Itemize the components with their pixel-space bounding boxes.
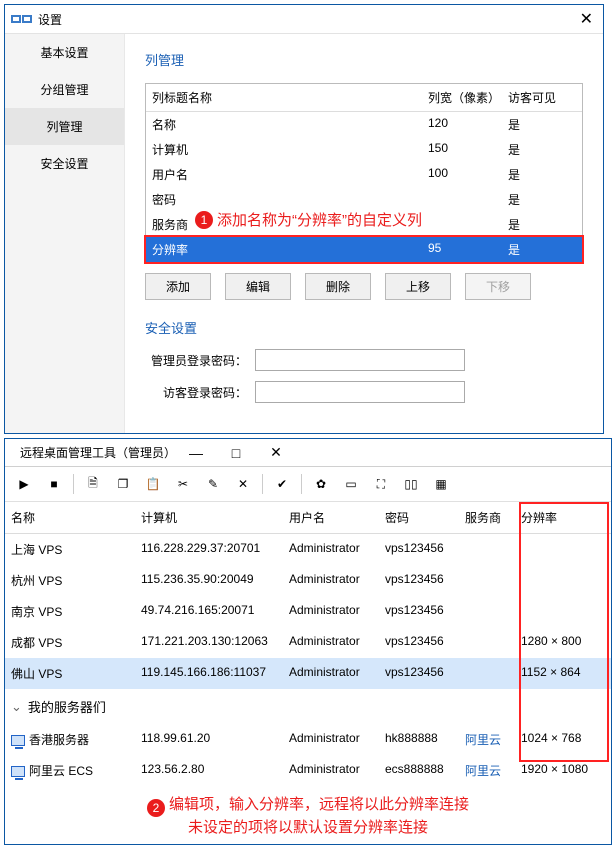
col-header-name: 列标题名称 — [146, 84, 422, 111]
nav-columns[interactable]: 列管理 — [5, 108, 124, 145]
nav-basic[interactable]: 基本设置 — [5, 34, 124, 71]
column-row[interactable]: 分辨率95是 — [146, 237, 582, 262]
server-row[interactable]: 成都 VPS171.221.203.130:12063Administrator… — [5, 627, 611, 658]
hdr-user[interactable]: 用户名 — [283, 502, 379, 533]
title-bar: 设置 ✕ — [5, 5, 603, 33]
server-row[interactable]: 上海 VPS116.228.229.37:20701Administratorv… — [5, 534, 611, 565]
delete-button[interactable]: 删除 — [305, 273, 371, 300]
hdr-host[interactable]: 计算机 — [135, 502, 283, 533]
guest-pw-label: 访客登录密码： — [145, 384, 255, 401]
column-row[interactable]: 名称120是 — [146, 112, 582, 137]
callout-1-text: 添加名称为“分辨率”的自定义列 — [217, 209, 422, 230]
col-header-width: 列宽（像素） — [422, 84, 502, 111]
hdr-name[interactable]: 名称 — [5, 502, 135, 533]
play-icon[interactable]: ▶ — [11, 471, 37, 497]
hdr-res[interactable]: 分辨率 — [515, 502, 611, 533]
close-icon[interactable]: ✕ — [576, 9, 597, 29]
callout-2: 2编辑项，输入分辨率，远程将以此分辨率连接 未设定的项将以默认设置分辨率连接 — [5, 786, 611, 844]
section-title-columns: 列管理 — [145, 50, 583, 69]
settings-nav: 基本设置 分组管理 列管理 安全设置 — [5, 34, 125, 433]
columns-header: 列标题名称 列宽（像素） 访客可见 — [146, 84, 582, 112]
check-icon[interactable]: ✔ — [269, 471, 295, 497]
grid-header: 名称 计算机 用户名 密码 服务商 分辨率 — [5, 502, 611, 534]
monitor-icon — [11, 735, 25, 746]
move-up-button[interactable]: 上移 — [385, 273, 451, 300]
col-header-visible: 访客可见 — [502, 84, 582, 111]
admin-pw-input[interactable] — [255, 349, 465, 371]
minimize-icon[interactable]: — — [176, 445, 216, 461]
manager-title: 远程桌面管理工具（管理员） — [20, 444, 176, 461]
server-row[interactable]: 南京 VPS49.74.216.165:20071Administratorvp… — [5, 596, 611, 627]
paste-icon[interactable]: 📋 — [140, 471, 166, 497]
toolbar: ▶ ■ 🗎 ❐ 📋 ✂ ✎ ✕ ✔ ✿ ▭ ⛶ ▯▯ ▦ — [5, 467, 611, 502]
settings-content: 列管理 列标题名称 列宽（像素） 访客可见 名称120是计算机150是用户名10… — [125, 34, 603, 433]
nav-group[interactable]: 分组管理 — [5, 71, 124, 108]
group-label: 我的服务器们 — [28, 697, 106, 716]
admin-pw-label: 管理员登录密码： — [145, 352, 255, 369]
close-icon[interactable]: ✕ — [256, 444, 296, 461]
monitor-icon — [11, 766, 25, 777]
server-row[interactable]: 杭州 VPS115.236.35.90:20049Administratorvp… — [5, 565, 611, 596]
group-row[interactable]: ⌄ 我的服务器们 — [5, 689, 611, 724]
columns-table: 列标题名称 列宽（像素） 访客可见 名称120是计算机150是用户名100是密码… — [145, 83, 583, 263]
edit-icon[interactable]: ✎ — [200, 471, 226, 497]
button-row: 添加 编辑 删除 上移 下移 — [145, 273, 583, 300]
manager-title-bar: 远程桌面管理工具（管理员） — □ ✕ — [5, 439, 611, 467]
edit-button[interactable]: 编辑 — [225, 273, 291, 300]
chevron-down-icon: ⌄ — [11, 699, 22, 715]
maximize-icon[interactable]: □ — [216, 445, 256, 461]
callout-badge-2: 2 — [147, 799, 165, 817]
stop-icon[interactable]: ■ — [41, 471, 67, 497]
fullscreen-icon[interactable]: ⛶ — [368, 471, 394, 497]
server-grid: 名称 计算机 用户名 密码 服务商 分辨率 上海 VPS116.228.229.… — [5, 502, 611, 786]
nav-security[interactable]: 安全设置 — [5, 145, 124, 182]
server-row[interactable]: 香港服务器118.99.61.20Administratorhk888888阿里… — [5, 724, 611, 755]
tile-icon[interactable]: ▯▯ — [398, 471, 424, 497]
cut-icon[interactable]: ✂ — [170, 471, 196, 497]
new-icon[interactable]: 🗎 — [80, 471, 106, 497]
guest-pw-input[interactable] — [255, 381, 465, 403]
section-title-security: 安全设置 — [145, 318, 583, 337]
column-row[interactable]: 计算机150是 — [146, 137, 582, 162]
column-row[interactable]: 用户名100是 — [146, 162, 582, 187]
settings-gear-icon[interactable]: ✿ — [308, 471, 334, 497]
move-down-button: 下移 — [465, 273, 531, 300]
server-row[interactable]: 阿里云 ECS123.56.2.80Administratorecs888888… — [5, 755, 611, 786]
copy-icon[interactable]: ❐ — [110, 471, 136, 497]
settings-window: 设置 ✕ 基本设置 分组管理 列管理 安全设置 列管理 列标题名称 列宽（像素）… — [4, 4, 604, 434]
app-icon — [11, 15, 32, 23]
layout-icon[interactable]: ▭ — [338, 471, 364, 497]
callout-badge-1: 1 — [195, 211, 213, 229]
manager-window: 远程桌面管理工具（管理员） — □ ✕ ▶ ■ 🗎 ❐ 📋 ✂ ✎ ✕ ✔ ✿ … — [4, 438, 612, 845]
hdr-pw[interactable]: 密码 — [379, 502, 459, 533]
settings-title: 设置 — [38, 11, 62, 28]
delete-icon[interactable]: ✕ — [230, 471, 256, 497]
hdr-vendor[interactable]: 服务商 — [459, 502, 515, 533]
server-row[interactable]: 佛山 VPS119.145.166.186:11037Administrator… — [5, 658, 611, 689]
grid-icon[interactable]: ▦ — [428, 471, 454, 497]
add-button[interactable]: 添加 — [145, 273, 211, 300]
